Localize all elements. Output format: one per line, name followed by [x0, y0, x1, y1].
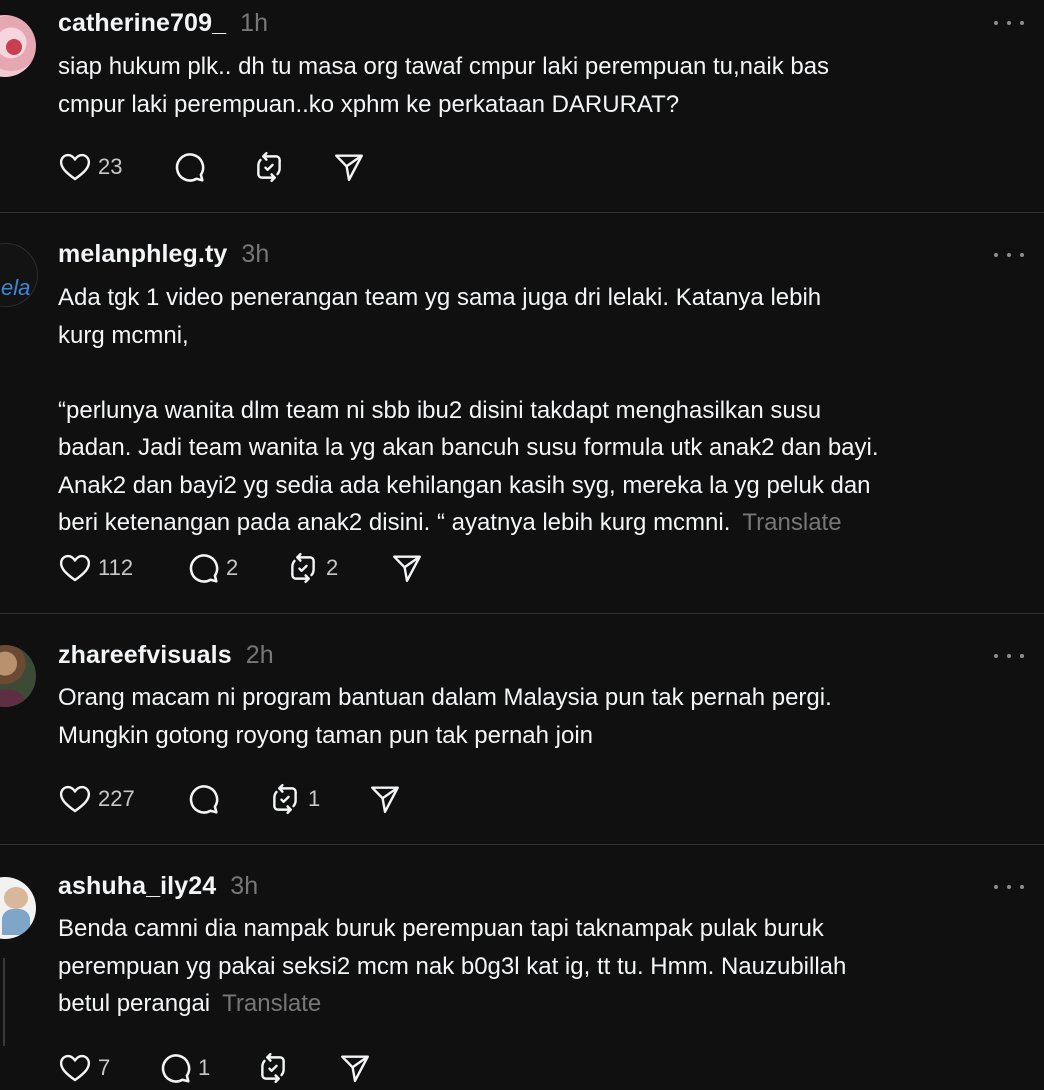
- repost-count: 2: [326, 555, 339, 580]
- reply-count: 1: [198, 1055, 211, 1080]
- reply-button[interactable]: 1: [158, 1048, 210, 1088]
- divider: [0, 844, 1044, 845]
- repost-button[interactable]: [256, 1048, 290, 1088]
- post-time: 3h: [230, 872, 259, 900]
- like-count: 7: [98, 1055, 111, 1080]
- avatar[interactable]: [0, 15, 36, 77]
- reply-button[interactable]: [172, 147, 206, 187]
- comment-icon: [186, 551, 220, 585]
- avatar-decoration: [2, 909, 30, 935]
- share-button[interactable]: [368, 779, 402, 819]
- divider: [0, 613, 1044, 614]
- avatar-text: ela: [1, 275, 31, 300]
- share-button[interactable]: [338, 1048, 372, 1088]
- comment-icon: [186, 782, 220, 816]
- post-text-content: Benda camni dia nampak buruk perempuan t…: [58, 915, 847, 1017]
- comment-icon: [158, 1051, 192, 1085]
- like-button[interactable]: 7: [58, 1048, 110, 1088]
- username-text[interactable]: ashuha_ily24: [58, 872, 216, 900]
- more-icon[interactable]: [994, 250, 1024, 260]
- share-button[interactable]: [390, 548, 424, 588]
- username[interactable]: zhareefvisuals 2h: [58, 641, 274, 670]
- avatar[interactable]: [0, 877, 36, 939]
- post-text: siap hukum plk.. dh tu masa org tawaf cm…: [58, 53, 830, 118]
- username[interactable]: catherine709_ 1h: [58, 9, 268, 38]
- avatar-decoration: [0, 689, 24, 707]
- more-icon[interactable]: [994, 882, 1024, 892]
- repost-icon: [286, 551, 320, 585]
- post-text-content: Ada tgk 1 video penerangan team yg sama …: [58, 284, 879, 536]
- like-button[interactable]: 112: [58, 548, 133, 588]
- post-text: Benda camni dia nampak buruk perempuan t…: [58, 910, 1018, 1023]
- repost-icon: [256, 1051, 290, 1085]
- translate-link[interactable]: Translate: [742, 509, 841, 536]
- avatar-decoration: [6, 39, 22, 55]
- heart-icon: [58, 150, 92, 184]
- like-count: 23: [98, 154, 123, 179]
- comment-icon: [172, 150, 206, 184]
- repost-button[interactable]: 1: [268, 779, 320, 819]
- repost-icon: [268, 782, 302, 816]
- username-text[interactable]: catherine709_: [58, 9, 226, 37]
- avatar-decoration: [4, 887, 28, 909]
- reply-count: 2: [226, 555, 239, 580]
- post-time: 3h: [241, 240, 270, 268]
- heart-icon: [58, 1051, 92, 1085]
- send-icon: [338, 1051, 372, 1085]
- heart-icon: [58, 551, 92, 585]
- post-time: 1h: [240, 9, 269, 37]
- reply-button[interactable]: [186, 779, 220, 819]
- like-button[interactable]: 23: [58, 147, 122, 187]
- repost-icon: [252, 150, 286, 184]
- avatar[interactable]: [0, 645, 36, 707]
- username-text[interactable]: zhareefvisuals: [58, 641, 232, 669]
- translate-link[interactable]: Translate: [222, 990, 321, 1017]
- username[interactable]: melanphleg.ty 3h: [58, 240, 269, 269]
- heart-icon: [58, 782, 92, 816]
- avatar[interactable]: ela: [0, 243, 38, 307]
- username[interactable]: ashuha_ily24 3h: [58, 872, 258, 901]
- more-icon[interactable]: [994, 18, 1024, 28]
- share-button[interactable]: [332, 147, 366, 187]
- thread-line: [3, 958, 5, 1046]
- post-text: Ada tgk 1 video penerangan team yg sama …: [58, 279, 1018, 542]
- send-icon: [332, 150, 366, 184]
- post-time: 2h: [245, 641, 274, 669]
- repost-button[interactable]: [252, 147, 286, 187]
- username-text[interactable]: melanphleg.ty: [58, 240, 227, 268]
- repost-button[interactable]: 2: [286, 548, 338, 588]
- like-button[interactable]: 227: [58, 779, 135, 819]
- like-count: 112: [98, 555, 134, 580]
- post-text: Orang macam ni program bantuan dalam Mal…: [58, 684, 832, 749]
- send-icon: [368, 782, 402, 816]
- send-icon: [390, 551, 424, 585]
- more-icon[interactable]: [994, 651, 1024, 661]
- reply-button[interactable]: 2: [186, 548, 238, 588]
- divider: [0, 212, 1044, 213]
- like-count: 227: [98, 786, 135, 811]
- repost-count: 1: [308, 786, 321, 811]
